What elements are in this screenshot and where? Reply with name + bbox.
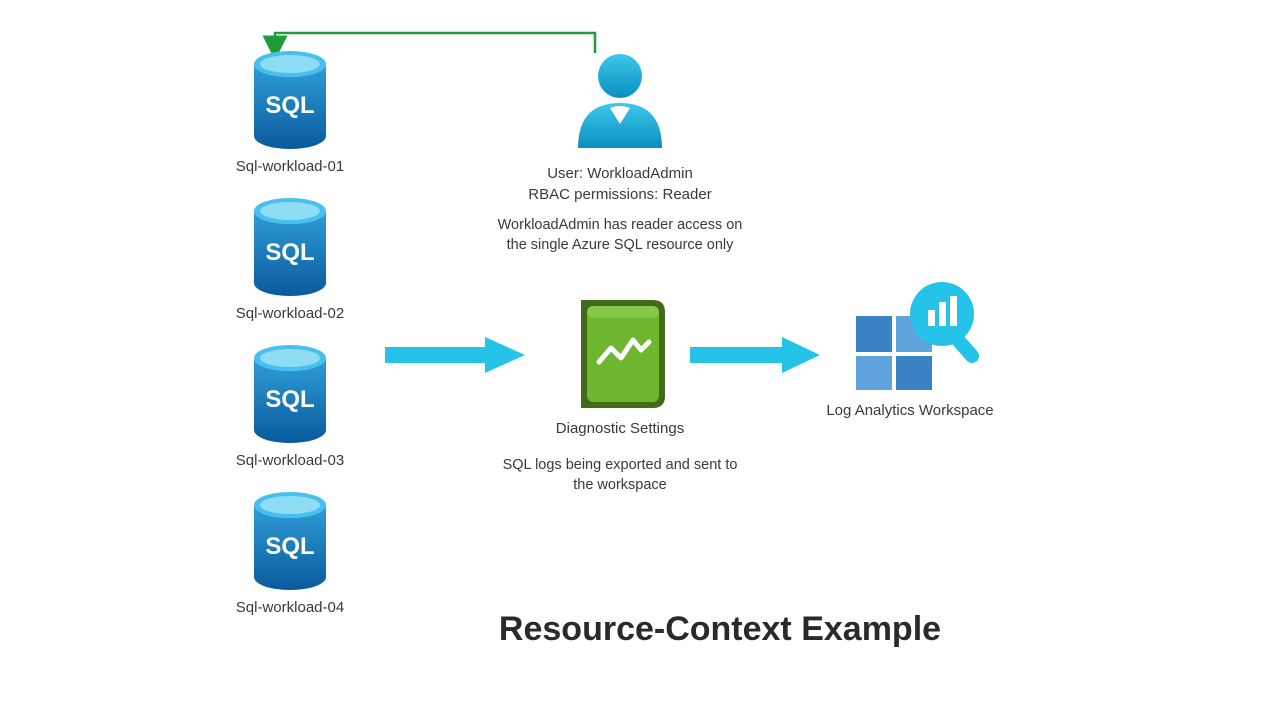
- svg-text:SQL: SQL: [265, 239, 314, 266]
- sql-workload-04: SQL Sql-workload-04: [236, 491, 344, 618]
- sql-workload-column: SQL Sql-workload-01 SQL Sql-workload-02 …: [210, 50, 370, 632]
- log-analytics-label: Log Analytics Workspace: [826, 400, 993, 421]
- svg-text:SQL: SQL: [265, 92, 314, 119]
- diagnostic-settings-block: Diagnostic Settings SQL logs being expor…: [470, 300, 770, 496]
- user-desc-line2: the single Azure SQL resource only: [498, 235, 743, 255]
- sql-database-icon: SQL: [250, 197, 330, 297]
- diag-desc-line1: SQL logs being exported and sent to: [503, 455, 738, 475]
- user-line1: User: WorkloadAdmin: [528, 163, 711, 184]
- user-desc-line1: WorkloadAdmin has reader access on: [498, 215, 743, 235]
- sql-workload-03-label: Sql-workload-03: [236, 450, 344, 471]
- user-line2: RBAC permissions: Reader: [528, 184, 711, 205]
- sql-workload-02: SQL Sql-workload-02: [236, 197, 344, 324]
- log-analytics-workspace-icon: [840, 280, 980, 390]
- diagnostic-settings-description: SQL logs being exported and sent to the …: [503, 455, 738, 496]
- svg-text:SQL: SQL: [265, 386, 314, 413]
- diag-desc-line2: the workspace: [503, 475, 738, 495]
- diagnostic-settings-icon: [575, 300, 665, 408]
- sql-workload-02-label: Sql-workload-02: [236, 303, 344, 324]
- sql-workload-04-label: Sql-workload-04: [236, 597, 344, 618]
- diagnostic-settings-label: Diagnostic Settings: [556, 418, 684, 439]
- sql-workload-03: SQL Sql-workload-03: [236, 344, 344, 471]
- user-block: User: WorkloadAdmin RBAC permissions: Re…: [455, 48, 785, 256]
- user-description: WorkloadAdmin has reader access on the s…: [498, 215, 743, 256]
- user-identity: User: WorkloadAdmin RBAC permissions: Re…: [528, 163, 711, 205]
- diagram-title: Resource-Context Example: [420, 610, 1020, 649]
- sql-workload-01-label: Sql-workload-01: [236, 156, 344, 177]
- sql-workload-01: SQL Sql-workload-01: [236, 50, 344, 177]
- sql-database-icon: SQL: [250, 50, 330, 150]
- log-analytics-block: Log Analytics Workspace: [790, 280, 1030, 421]
- sql-database-icon: SQL: [250, 491, 330, 591]
- user-icon: [568, 48, 673, 153]
- sql-database-icon: SQL: [250, 344, 330, 444]
- svg-text:SQL: SQL: [265, 533, 314, 560]
